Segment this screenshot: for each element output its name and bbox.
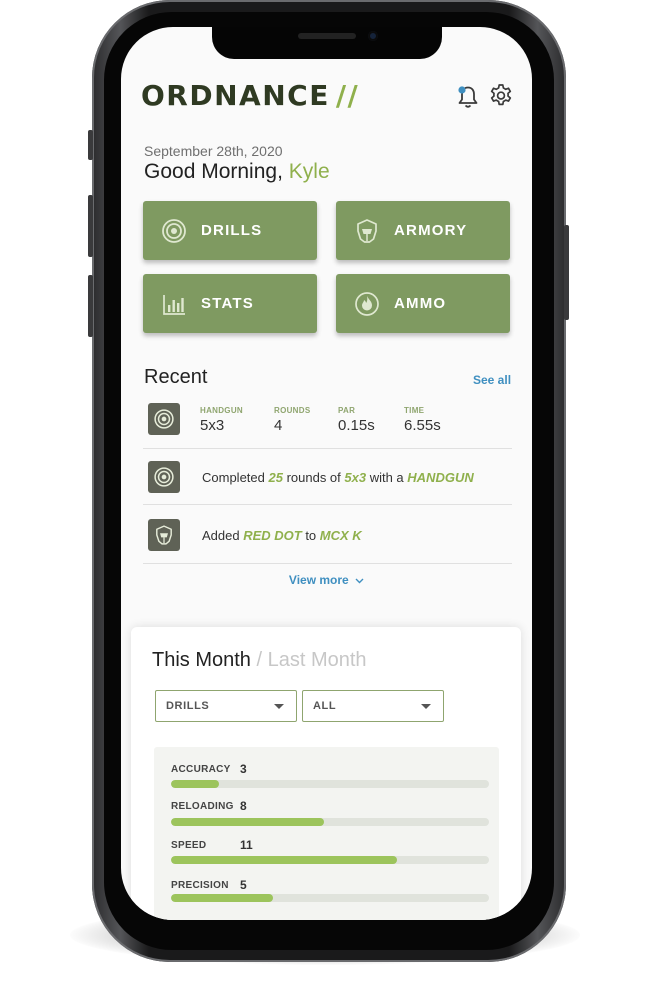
volume-down-button (88, 275, 93, 337)
app-screen: ORDNANCE// September 28th, 2020 Good Mor… (121, 27, 532, 920)
activity-1-rounds: 25 (268, 470, 283, 485)
metric-bar-accuracy (171, 780, 219, 788)
category-select[interactable]: DRILLS (155, 690, 297, 722)
app-logo: ORDNANCE// (141, 79, 359, 112)
stats-tile[interactable]: STATS (143, 274, 317, 333)
metric-track-reloading (171, 818, 489, 826)
metric-label-reloading: RELOADING (171, 801, 234, 812)
ammo-tile[interactable]: AMMO (336, 274, 510, 333)
chevron-down-icon (355, 578, 364, 584)
metric-bar-reloading (171, 818, 324, 826)
view-more-label: View more (288, 573, 349, 587)
caret-down-icon (274, 704, 284, 709)
activity-1-weapon: HANDGUN (407, 470, 474, 485)
stat-value-rounds: 4 (274, 417, 283, 434)
stat-label-par: PAR (338, 406, 356, 415)
stats-tile-label: STATS (201, 295, 254, 312)
period-separator: / (250, 649, 268, 671)
activity-2-target: MCX K (319, 528, 362, 543)
tab-last-month[interactable]: Last Month (268, 649, 367, 671)
stat-label-rounds: ROUNDS (274, 406, 311, 415)
metric-track-speed (171, 856, 489, 864)
drills-tile[interactable]: DRILLS (143, 201, 317, 260)
drills-tile-label: DRILLS (201, 222, 263, 239)
metric-bar-precision (171, 894, 273, 902)
speaker-grille (298, 33, 356, 39)
activity-1-t2: rounds of (282, 470, 345, 485)
recent-divider (143, 448, 512, 449)
metric-track-precision (171, 894, 489, 902)
recent-section-title: Recent (144, 366, 208, 388)
caret-down-icon (421, 704, 431, 709)
armory-tile[interactable]: ARMORY (336, 201, 510, 260)
activity-2-icon (148, 519, 180, 551)
tab-this-month[interactable]: This Month (152, 649, 251, 671)
activity-1-t3: with a (366, 470, 408, 485)
volume-up-button (88, 195, 93, 257)
front-camera (368, 31, 378, 41)
flame-icon (355, 291, 379, 316)
stat-label-time: TIME (404, 406, 425, 415)
user-name: Kyle (288, 160, 330, 183)
metric-value-precision: 5 (240, 878, 247, 892)
recent-divider (143, 504, 512, 505)
metric-value-accuracy: 3 (240, 762, 247, 776)
view-more-link[interactable]: View more (121, 573, 532, 587)
greeting-prefix: Good Morning, (144, 160, 283, 183)
recent-divider (143, 563, 512, 564)
category-select-value: DRILLS (166, 700, 210, 712)
recent-stat-row-icon (148, 403, 180, 435)
activity-2-text[interactable]: Added RED DOT to MCX K (202, 528, 362, 543)
activity-1-drill: 5x3 (344, 470, 367, 485)
helmet-icon (156, 525, 172, 545)
current-date: September 28th, 2020 (144, 143, 283, 159)
logo-slash: // (335, 79, 360, 112)
period-toggle: This Month / Last Month (152, 649, 367, 672)
bell-icon[interactable] (455, 84, 481, 110)
activity-2-t2: to (301, 528, 320, 543)
power-button (564, 225, 569, 320)
see-all-link[interactable]: See all (473, 373, 511, 387)
activity-1-icon (148, 461, 180, 493)
greeting: Good Morning, Kyle (144, 160, 330, 184)
stat-value-par: 0.15s (338, 417, 375, 434)
metric-label-speed: SPEED (171, 840, 207, 851)
gear-icon[interactable] (488, 83, 514, 109)
metrics-panel: ACCURACY 3 RELOADING 8 SPEED 11 PRECISIO… (154, 747, 499, 920)
activity-1-text[interactable]: Completed 25 rounds of 5x3 with a HANDGU… (202, 470, 474, 485)
target-icon (154, 409, 174, 429)
activity-2-item: RED DOT (243, 528, 302, 543)
month-stats-card: This Month / Last Month DRILLS ALL ACCUR… (131, 627, 521, 920)
activity-1-t1: Completed (202, 470, 269, 485)
bar-chart-icon (163, 294, 185, 315)
filter-select-value: ALL (313, 700, 337, 712)
target-icon (162, 218, 186, 243)
metric-label-accuracy: ACCURACY (171, 764, 231, 775)
metric-label-precision: PRECISION (171, 880, 229, 891)
notch (212, 27, 442, 59)
mute-switch (88, 130, 93, 160)
stat-value-time: 6.55s (404, 417, 441, 434)
logo-text: ORDNANCE (141, 79, 330, 112)
target-icon (154, 467, 174, 487)
armory-tile-label: ARMORY (394, 222, 468, 239)
filter-select[interactable]: ALL (302, 690, 444, 722)
metric-value-reloading: 8 (240, 799, 247, 813)
stat-value-handgun: 5x3 (200, 417, 225, 434)
metric-bar-speed (171, 856, 397, 864)
stat-label-handgun: HANDGUN (200, 406, 243, 415)
ammo-tile-label: AMMO (394, 295, 447, 312)
activity-2-t1: Added (202, 528, 244, 543)
metric-value-speed: 11 (240, 838, 253, 852)
metric-track-accuracy (171, 780, 489, 788)
helmet-icon (357, 218, 377, 243)
